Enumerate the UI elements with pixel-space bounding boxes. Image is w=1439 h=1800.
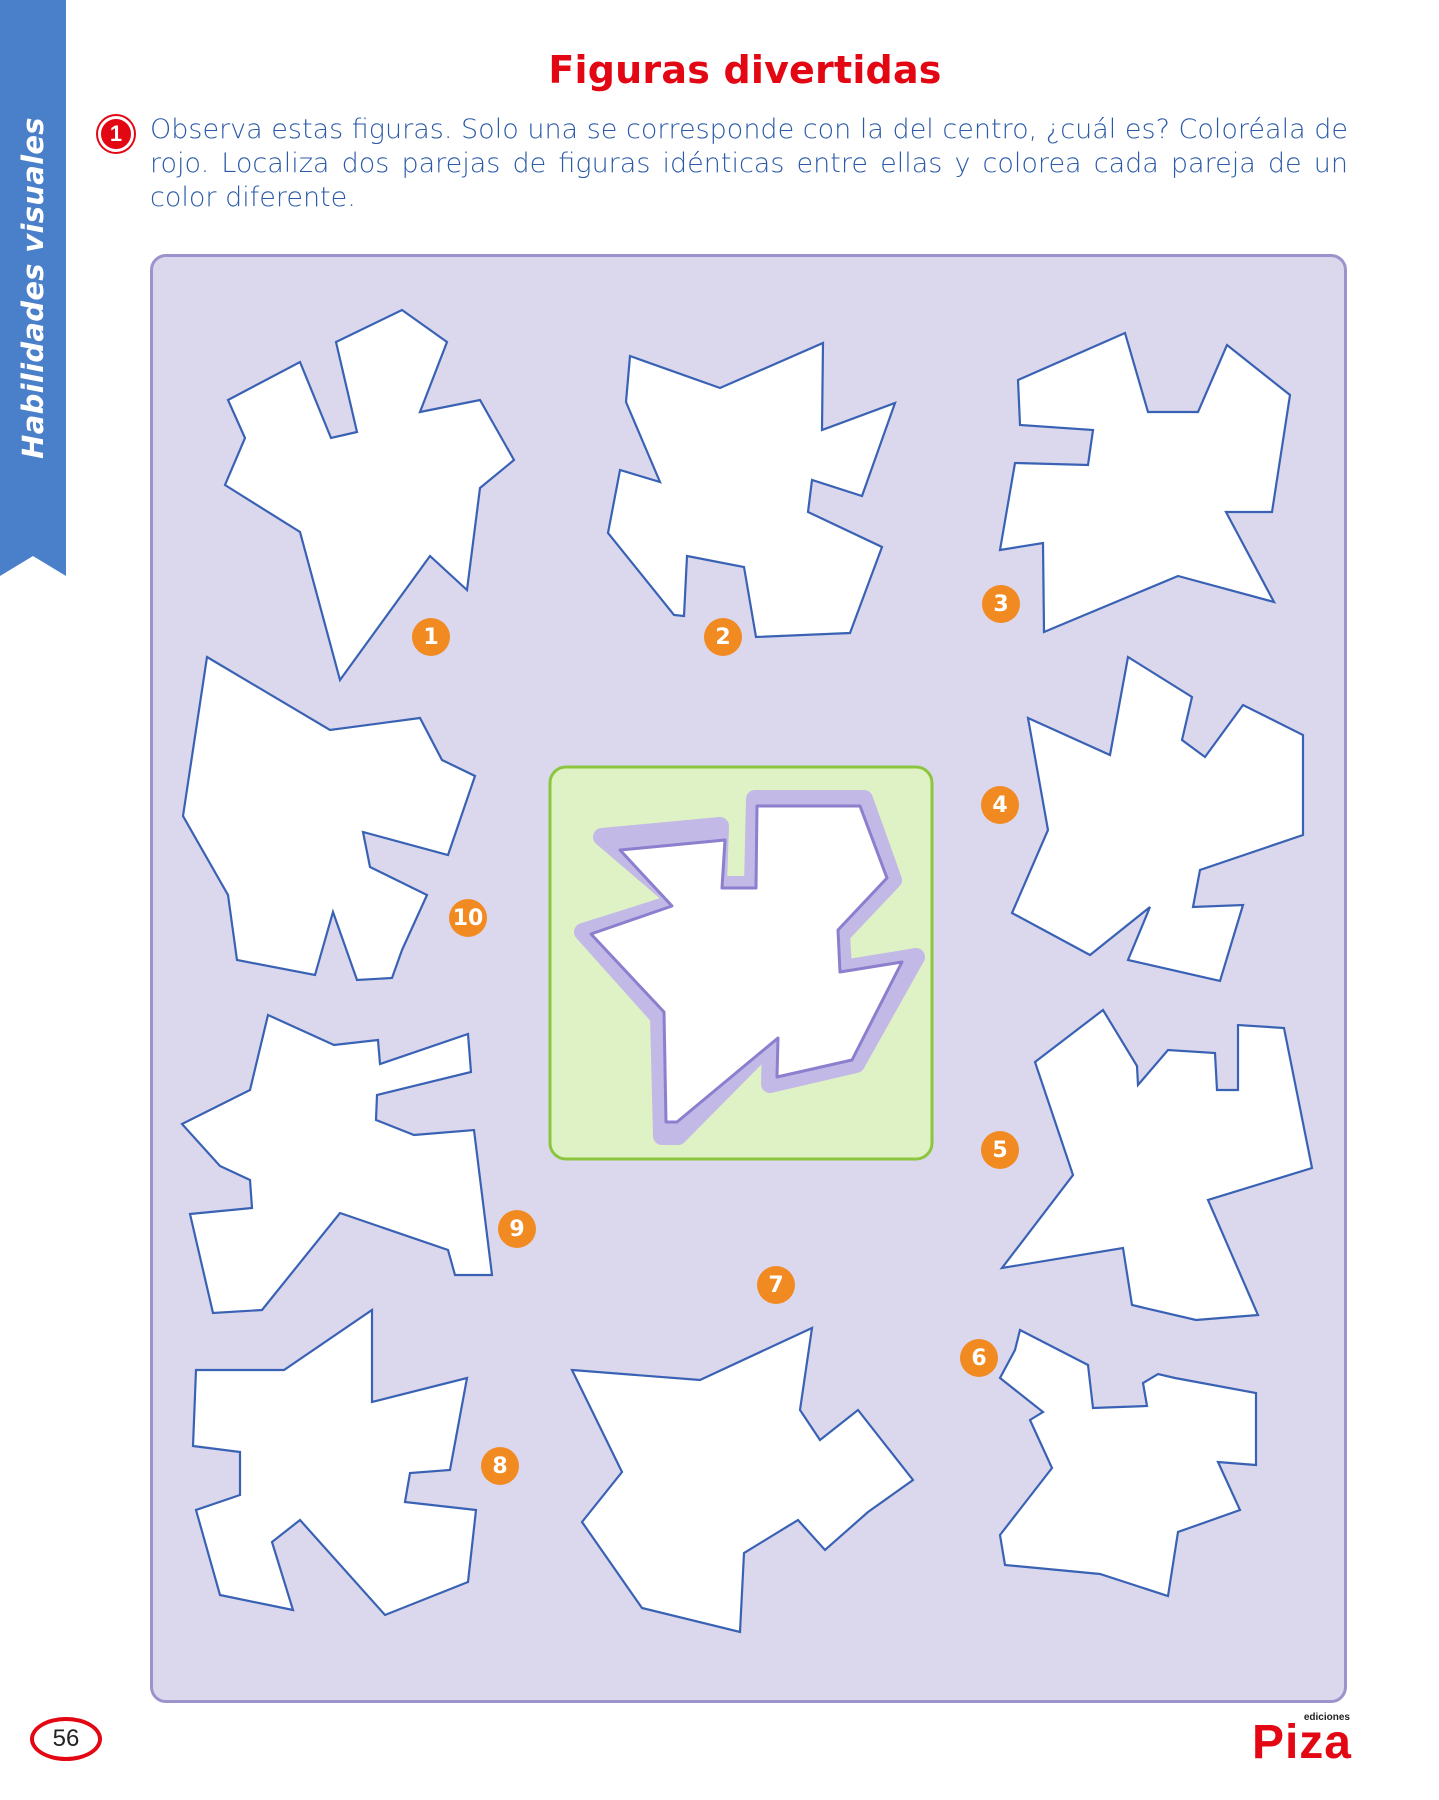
figure-number-badge: 9	[498, 1210, 536, 1248]
figure-1	[223, 308, 516, 683]
figure-6	[998, 1328, 1258, 1598]
logo-main-text: Piza	[1251, 1716, 1352, 1769]
figure-number-badge: 3	[982, 585, 1020, 623]
figure-number-badge: 8	[481, 1447, 519, 1485]
figures-canvas	[180, 308, 1314, 1634]
figure-3	[998, 331, 1292, 634]
figure-9	[180, 1013, 494, 1315]
figure-number-badge: 2	[704, 618, 742, 656]
figure-number-badge: 1	[412, 618, 450, 656]
page-number: 56	[30, 1717, 102, 1761]
figure-5	[999, 1008, 1314, 1322]
figure-4	[1010, 655, 1305, 983]
figure-10	[181, 655, 477, 982]
figure-number-badge: 4	[981, 786, 1019, 824]
figure-number-badge: 10	[449, 899, 487, 937]
figure-7	[570, 1326, 915, 1634]
figure-8	[191, 1307, 478, 1617]
publisher-logo: ediciones Piza	[1240, 1712, 1352, 1770]
figure-number-badge: 6	[960, 1339, 998, 1377]
figure-2	[606, 341, 897, 639]
figure-number-badge: 5	[981, 1131, 1019, 1169]
figure-number-badge: 7	[757, 1266, 795, 1304]
